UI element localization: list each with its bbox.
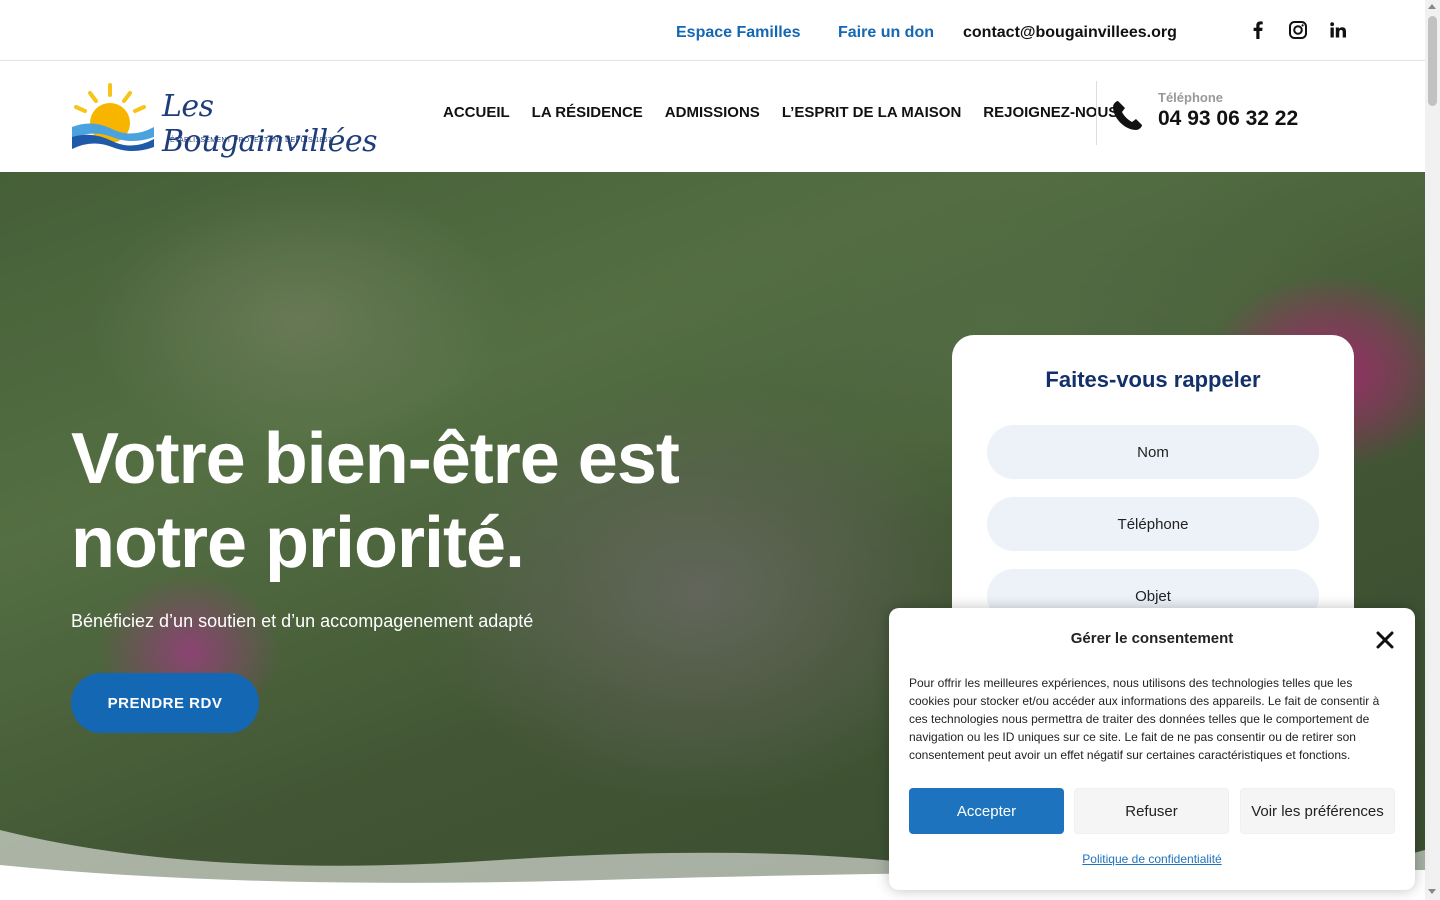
main-header: Les Bougainvillées ÉTABLISSEMENT PROTEST… (0, 61, 1425, 172)
refuse-button[interactable]: Refuser (1074, 788, 1229, 834)
sun-waves-logo-icon (72, 83, 154, 151)
phone-icon (1113, 101, 1142, 130)
main-nav: ACCUEIL LA RÉSIDENCE ADMISSIONS L’ESPRIT… (443, 104, 1140, 121)
contact-email-link[interactable]: contact@bougainvillees.org (963, 24, 1177, 42)
hero-title: Votre bien-être est notre priorité. (71, 419, 680, 583)
telephone-field[interactable]: Téléphone (987, 497, 1319, 551)
consent-dialog: Gérer le consentement Pour offrir les me… (889, 608, 1415, 890)
consent-title: Gérer le consentement (1070, 630, 1234, 647)
header-divider (1096, 81, 1097, 145)
linkedin-icon[interactable] (1328, 20, 1348, 40)
scrollbar-thumb[interactable] (1428, 16, 1437, 106)
faire-un-don-link[interactable]: Faire un don (838, 24, 934, 42)
page-scrollbar[interactable] (1425, 0, 1440, 900)
nav-item-rejoignez-nous[interactable]: REJOIGNEZ-NOUS (983, 104, 1118, 121)
logo[interactable]: Les Bougainvillées ÉTABLISSEMENT PROTEST… (70, 83, 378, 159)
callback-form-title: Faites-vous rappeler (1045, 367, 1261, 392)
nav-item-admissions[interactable]: ADMISSIONS (665, 104, 760, 121)
hero-subtitle: Bénéficiez d’un soutien et d’un accompag… (71, 611, 534, 631)
instagram-icon[interactable] (1288, 20, 1308, 40)
scroll-down-icon[interactable] (1428, 889, 1436, 894)
top-bar: Espace Familles Faire un don contact@bou… (0, 0, 1425, 61)
nav-item-esprit-de-la-maison[interactable]: L’ESPRIT DE LA MAISON (782, 104, 961, 121)
phone-label: Téléphone (1158, 90, 1224, 105)
nav-item-la-residence[interactable]: LA RÉSIDENCE (532, 104, 643, 121)
consent-text: Pour offrir les meilleures expériences, … (909, 676, 1380, 762)
accept-button[interactable]: Accepter (909, 788, 1064, 834)
espace-familles-link[interactable]: Espace Familles (676, 24, 801, 42)
nom-field[interactable]: Nom (987, 425, 1319, 479)
logo-subtitle: ÉTABLISSEMENT PROTESTANT DEPUIS 1867 (170, 137, 332, 144)
nav-item-accueil[interactable]: ACCUEIL (443, 104, 510, 121)
facebook-icon[interactable] (1248, 20, 1268, 40)
prendre-rdv-button[interactable]: PRENDRE RDV (71, 673, 259, 733)
phone-number[interactable]: 04 93 06 32 22 (1158, 107, 1298, 131)
scroll-up-icon[interactable] (1428, 4, 1436, 9)
preferences-button[interactable]: Voir les préférences (1240, 788, 1395, 834)
privacy-policy-link[interactable]: Politique de confidentialité (889, 852, 1415, 866)
close-icon[interactable] (1373, 628, 1397, 652)
logo-title: Les Bougainvillées (162, 89, 378, 159)
